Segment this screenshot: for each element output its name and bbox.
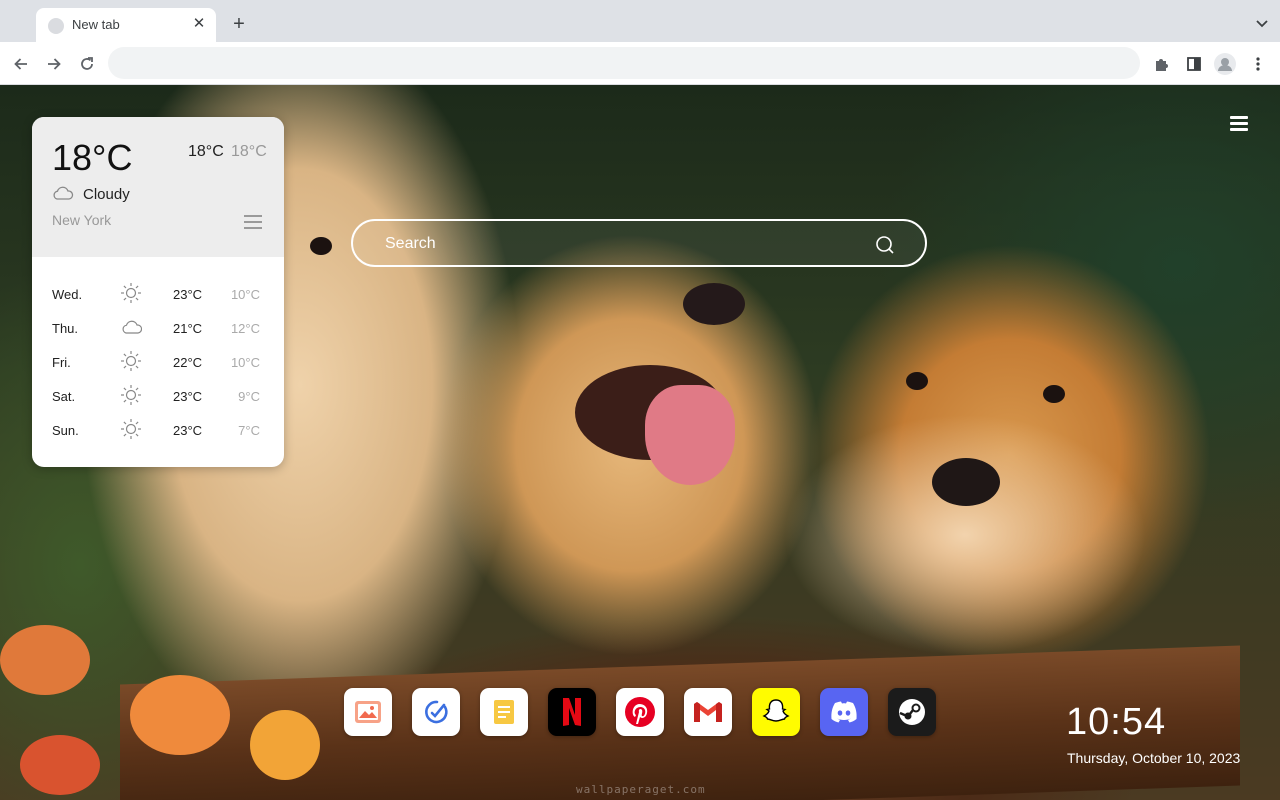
arrow-left-icon	[14, 58, 27, 70]
new-tab-button[interactable]: +	[228, 13, 250, 35]
browser-menu-button[interactable]	[1247, 53, 1269, 75]
forecast-row: Sat. 23°C 9°C	[32, 379, 284, 413]
weather-widget[interactable]: 18°C 18°C 18°C Cloudy New York Wed. 23°C…	[32, 117, 284, 467]
weather-current: 18°C 18°C 18°C Cloudy New York	[32, 117, 284, 257]
search-icon[interactable]	[875, 235, 895, 255]
avatar-icon	[1214, 53, 1236, 75]
forecast-high: 23°C	[173, 287, 203, 302]
reload-button[interactable]	[76, 53, 98, 75]
wallpaper-flower	[20, 735, 100, 795]
forecast-day: Sun.	[52, 423, 79, 438]
sun-icon	[121, 283, 141, 303]
dock-app-steam[interactable]	[888, 688, 936, 736]
wallpaper-tongue	[645, 385, 735, 485]
wallpaper-eye	[1043, 385, 1065, 403]
puzzle-icon	[1156, 59, 1168, 71]
cloud-icon	[53, 186, 74, 200]
chevron-down-icon	[1256, 20, 1268, 28]
menu-icon-bar	[1230, 116, 1248, 119]
dock-app-gmail[interactable]	[684, 688, 732, 736]
tab-strip: New tab ✕ +	[0, 0, 1280, 42]
forecast-row: Thu. 21°C 12°C	[32, 311, 284, 345]
weather-condition: Cloudy	[83, 186, 130, 203]
gmail-icon	[694, 702, 722, 722]
forward-button[interactable]	[43, 53, 65, 75]
dock-app-snapchat[interactable]	[752, 688, 800, 736]
wallpaper-watermark: wallpaperaget.com	[576, 783, 706, 796]
tab-search-button[interactable]	[1254, 15, 1270, 31]
side-panel-icon	[1187, 57, 1201, 71]
reload-icon	[81, 57, 93, 70]
today-low: 18°C	[231, 143, 267, 160]
current-temperature: 18°C	[52, 137, 133, 178]
sun-icon	[121, 419, 141, 439]
weather-city: New York	[52, 212, 112, 228]
forecast-row: Wed. 23°C 10°C	[32, 277, 284, 311]
forecast-row: Sun. 23°C 7°C	[32, 413, 284, 447]
forecast-high: 21°C	[173, 321, 203, 336]
forecast-low: 7°C	[238, 423, 260, 438]
globe-icon	[48, 18, 64, 34]
search-bar	[351, 219, 927, 267]
forecast-day: Sat.	[52, 389, 76, 404]
forecast-low: 9°C	[238, 389, 260, 404]
clock-time: 10:54	[1066, 701, 1167, 743]
menu-icon-bar	[1230, 122, 1248, 125]
check-icon	[425, 700, 448, 724]
image-icon	[355, 701, 381, 723]
forecast-day: Thu.	[52, 321, 79, 336]
forecast-low: 10°C	[230, 355, 260, 370]
forecast-high: 23°C	[173, 389, 203, 404]
dock-app-gallery[interactable]	[344, 688, 392, 736]
pinterest-icon	[625, 697, 655, 727]
sun-icon	[121, 385, 141, 405]
forecast-high: 22°C	[173, 355, 203, 370]
wallpaper-flower	[0, 625, 90, 695]
wallpaper-flower	[130, 675, 230, 755]
dock-app-tasks[interactable]	[412, 688, 460, 736]
forecast-high: 23°C	[173, 423, 203, 438]
extensions-button[interactable]	[1151, 53, 1173, 75]
address-bar[interactable]	[108, 47, 1140, 79]
forecast-day: Wed.	[52, 287, 83, 302]
forecast-list-button[interactable]	[244, 215, 262, 229]
wallpaper-nose	[683, 283, 745, 325]
tab-title: New tab	[72, 17, 120, 32]
forecast-day: Fri.	[52, 355, 71, 370]
dock-app-netflix[interactable]	[548, 688, 596, 736]
wallpaper-eye	[906, 372, 928, 390]
back-button[interactable]	[10, 53, 32, 75]
dock-app-pinterest[interactable]	[616, 688, 664, 736]
browser-toolbar	[0, 42, 1280, 85]
forecast-low: 12°C	[230, 321, 260, 336]
kebab-menu-icon	[1256, 57, 1260, 71]
note-icon	[494, 700, 514, 724]
wallpaper-eye	[310, 237, 332, 255]
close-tab-button[interactable]: ✕	[190, 15, 208, 33]
side-panel-button[interactable]	[1183, 53, 1205, 75]
new-tab-page: 18°C 18°C 18°C Cloudy New York Wed. 23°C…	[0, 85, 1280, 800]
snapchat-icon	[762, 699, 790, 722]
cloud-icon	[122, 320, 142, 334]
forecast-row: Fri. 22°C 10°C	[32, 345, 284, 379]
steam-icon	[899, 699, 925, 725]
arrow-right-icon	[48, 58, 61, 70]
forecast-low: 10°C	[230, 287, 260, 302]
netflix-icon	[563, 698, 581, 726]
hamburger-menu-button[interactable]	[1230, 116, 1248, 132]
wallpaper-flower	[250, 710, 320, 780]
sun-icon	[121, 351, 141, 371]
profile-button[interactable]	[1214, 53, 1236, 75]
dock-app-notes[interactable]	[480, 688, 528, 736]
menu-icon-bar	[1230, 128, 1248, 131]
clock-date: Thursday, October 10, 2023	[1067, 750, 1241, 766]
search-input[interactable]	[383, 231, 857, 257]
dock-app-discord[interactable]	[820, 688, 868, 736]
wallpaper-nose	[932, 458, 1000, 506]
discord-icon	[831, 701, 857, 723]
tab-new-tab[interactable]: New tab ✕	[36, 8, 216, 42]
today-high: 18°C	[188, 143, 224, 160]
